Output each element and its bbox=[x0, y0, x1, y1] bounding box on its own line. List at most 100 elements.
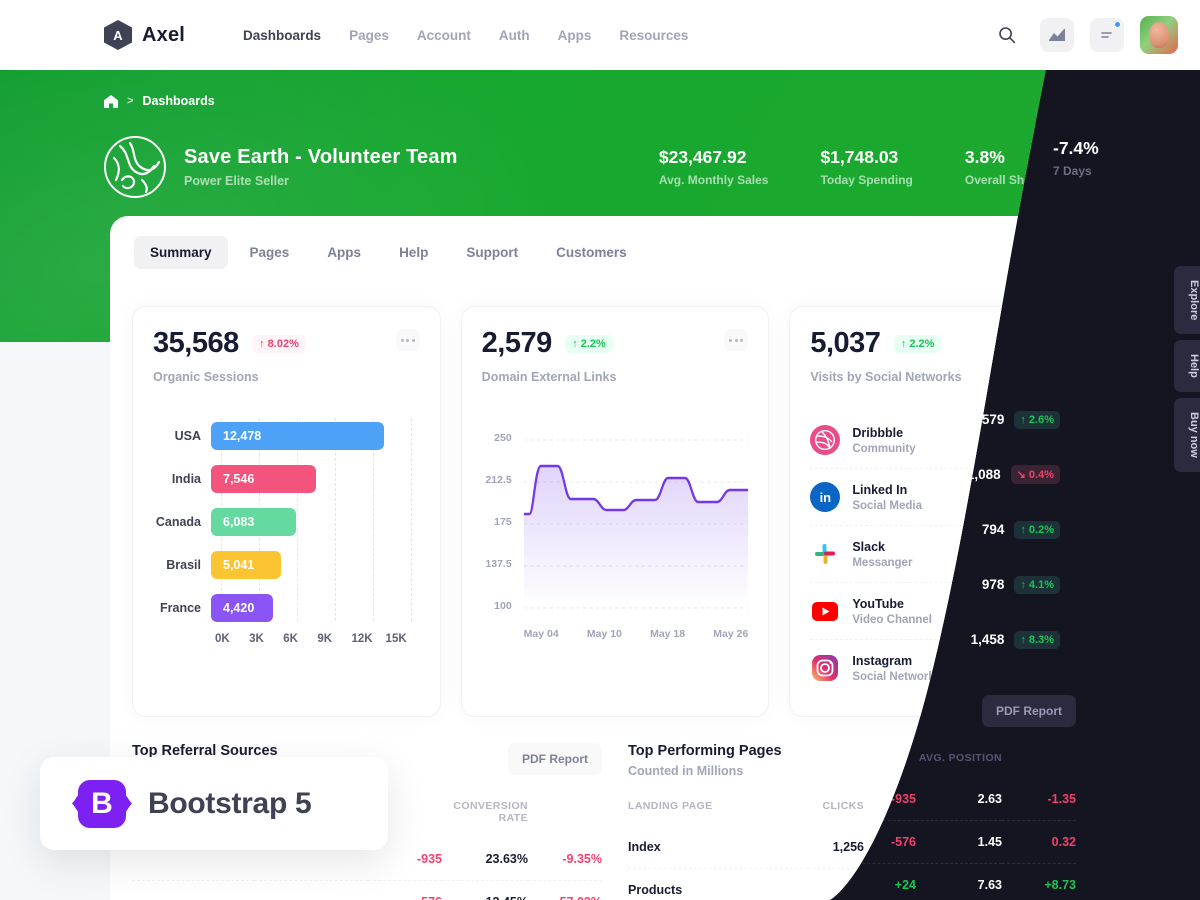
side-action-buttons: Explore Help Buy now bbox=[1174, 266, 1200, 473]
table-title: Top Performing Pages bbox=[628, 743, 782, 759]
navbar-actions bbox=[990, 16, 1178, 54]
hero-stat-label-dark: 7 Days bbox=[1053, 164, 1092, 178]
home-icon[interactable] bbox=[104, 95, 118, 108]
more-options-icon[interactable] bbox=[724, 329, 748, 351]
domain-subtitle: Domain External Links bbox=[481, 370, 617, 384]
cell-rate: 23.63% bbox=[485, 852, 528, 866]
col-avg-position-dark: AVG. POSITION bbox=[918, 752, 1002, 764]
breadcrumb-separator: > bbox=[127, 95, 134, 107]
bar-row: India 7,546 bbox=[153, 461, 420, 497]
cell-rate-delta: -57.02% bbox=[528, 881, 602, 900]
y-tick: 212.5 bbox=[485, 474, 512, 486]
tab-help[interactable]: Help bbox=[383, 236, 444, 269]
organic-value: 35,568 bbox=[153, 327, 239, 359]
network-desc: Video Channel bbox=[852, 613, 933, 626]
table-subtitle: Counted in Millions bbox=[628, 764, 744, 778]
tab-support[interactable]: Support bbox=[450, 236, 534, 269]
page-subtitle: Power Elite Seller bbox=[184, 174, 289, 188]
organic-delta: 8.02% bbox=[267, 338, 299, 350]
tab-summary[interactable]: Summary bbox=[134, 236, 228, 269]
organic-subtitle: Organic Sessions bbox=[153, 370, 259, 384]
breadcrumb: > Dashboards bbox=[104, 94, 1200, 108]
network-delta-dark: ↑ 2.6% bbox=[1014, 410, 1060, 429]
x-tick: May 18 bbox=[650, 628, 686, 640]
explore-button[interactable]: Explore bbox=[1174, 266, 1200, 335]
social-delta: 2.2% bbox=[909, 338, 935, 350]
search-icon[interactable] bbox=[990, 18, 1024, 52]
bar-value: 12,478 bbox=[211, 422, 384, 450]
pdf-report-button-dark[interactable]: PDF Report bbox=[982, 695, 1076, 727]
area-chart: 250 212.5 175 137.5 100 May 04 May 10 Ma… bbox=[482, 430, 749, 640]
nav-link-pages[interactable]: Pages bbox=[349, 28, 389, 43]
bar-category: Canada bbox=[155, 515, 201, 529]
hero-stat-sales: $23,467.92 Avg. Monthly Sales bbox=[659, 147, 769, 187]
network-name: Dribbble bbox=[852, 425, 904, 440]
bar-chart: USA 12,478 India 7,546 Canada 6,083 Bras… bbox=[153, 418, 420, 645]
cell-position-delta-dark: 0.32 bbox=[1002, 820, 1076, 864]
stat-label: Today Spending bbox=[820, 173, 913, 187]
breadcrumb-current[interactable]: Dashboards bbox=[142, 94, 214, 108]
bar-value: 7,546 bbox=[211, 465, 316, 493]
table-row[interactable]: -576 12.45% -57.02% bbox=[132, 881, 602, 900]
help-button[interactable]: Help bbox=[1174, 340, 1200, 393]
pdf-report-button[interactable]: PDF Report bbox=[508, 743, 602, 775]
nav-link-resources[interactable]: Resources bbox=[619, 28, 688, 43]
dribbble-icon bbox=[810, 425, 840, 455]
network-desc: Messanger bbox=[852, 556, 913, 569]
instagram-icon bbox=[810, 653, 840, 683]
bar-category: India bbox=[171, 472, 201, 486]
nav-link-auth[interactable]: Auth bbox=[499, 28, 530, 43]
cell-position-delta-dark: +8.73 bbox=[1002, 863, 1076, 900]
arrow-up-icon: ↑ bbox=[259, 338, 265, 350]
col-conversion: CONVERSION RATE bbox=[453, 800, 528, 824]
network-name: YouTube bbox=[852, 596, 904, 611]
bar-category: USA bbox=[174, 429, 201, 443]
stat-label: Avg. Monthly Sales bbox=[658, 173, 769, 187]
app-root: -7.4% 7 Days > Dashboards Save Earth - V… bbox=[0, 0, 1200, 900]
top-navbar: A Axel Dashboards Pages Account Auth App… bbox=[0, 0, 1200, 70]
more-options-icon[interactable] bbox=[396, 329, 420, 351]
nav-link-apps[interactable]: Apps bbox=[558, 28, 592, 43]
x-tick: May 10 bbox=[586, 628, 622, 640]
network-count-dark: 978 bbox=[981, 577, 1005, 592]
tab-customers[interactable]: Customers bbox=[540, 236, 643, 269]
cell-sessions bbox=[254, 881, 369, 900]
cell-rate: 12.45% bbox=[442, 881, 528, 900]
nav-links: Dashboards Pages Account Auth Apps Resou… bbox=[243, 28, 688, 43]
hero-stat-value-dark: -7.4% bbox=[1053, 138, 1099, 158]
cell-position-dark: 1.45 bbox=[916, 820, 1002, 864]
card-domain-links: 2,579 ↑ 2.2% Domain External Links 250 2… bbox=[461, 306, 770, 717]
y-tick: 100 bbox=[494, 600, 512, 612]
bar-row: USA 12,478 bbox=[153, 418, 420, 454]
x-tick: May 26 bbox=[713, 628, 749, 640]
slack-icon bbox=[810, 539, 840, 569]
hero-stat-spending: $1,748.03 Today Spending bbox=[820, 147, 912, 187]
avatar[interactable] bbox=[1140, 16, 1178, 54]
cell-clicks: 1,256 bbox=[832, 840, 864, 854]
logo-icon: A bbox=[104, 20, 132, 50]
x-tick: 6K bbox=[283, 633, 298, 645]
y-tick: 250 bbox=[494, 432, 512, 444]
nav-link-dashboards[interactable]: Dashboards bbox=[243, 28, 321, 43]
bar-value: 4,420 bbox=[211, 594, 273, 622]
stat-value: $1,748.03 bbox=[820, 147, 899, 167]
chart-icon[interactable] bbox=[1040, 18, 1074, 52]
area-x-axis: May 04 May 10 May 18 May 26 bbox=[524, 628, 749, 640]
bar-row: Brasil 5,041 bbox=[153, 547, 420, 583]
nav-link-account[interactable]: Account bbox=[417, 28, 471, 43]
network-delta-dark: ↑ 0.2% bbox=[1014, 520, 1060, 539]
buy-now-button[interactable]: Buy now bbox=[1174, 398, 1200, 473]
col-landing-page: LANDING PAGE bbox=[628, 800, 713, 812]
brand[interactable]: A Axel bbox=[104, 20, 185, 50]
notifications-icon[interactable] bbox=[1090, 18, 1124, 52]
network-delta-dark: ↑ 8.3% bbox=[1014, 630, 1060, 649]
network-count-dark: 794 bbox=[981, 522, 1005, 537]
tab-apps[interactable]: Apps bbox=[311, 236, 377, 269]
col-clicks: CLICKS bbox=[822, 800, 864, 812]
cell-position-dark: 2.63 bbox=[977, 792, 1002, 806]
x-tick: 12K bbox=[351, 633, 373, 645]
card-organic-sessions: 35,568 ↑ 8.02% Organic Sessions USA 12,4… bbox=[132, 306, 441, 717]
tab-pages[interactable]: Pages bbox=[234, 236, 306, 269]
area-chart-plot bbox=[524, 434, 749, 602]
x-tick: 0K bbox=[215, 633, 230, 645]
